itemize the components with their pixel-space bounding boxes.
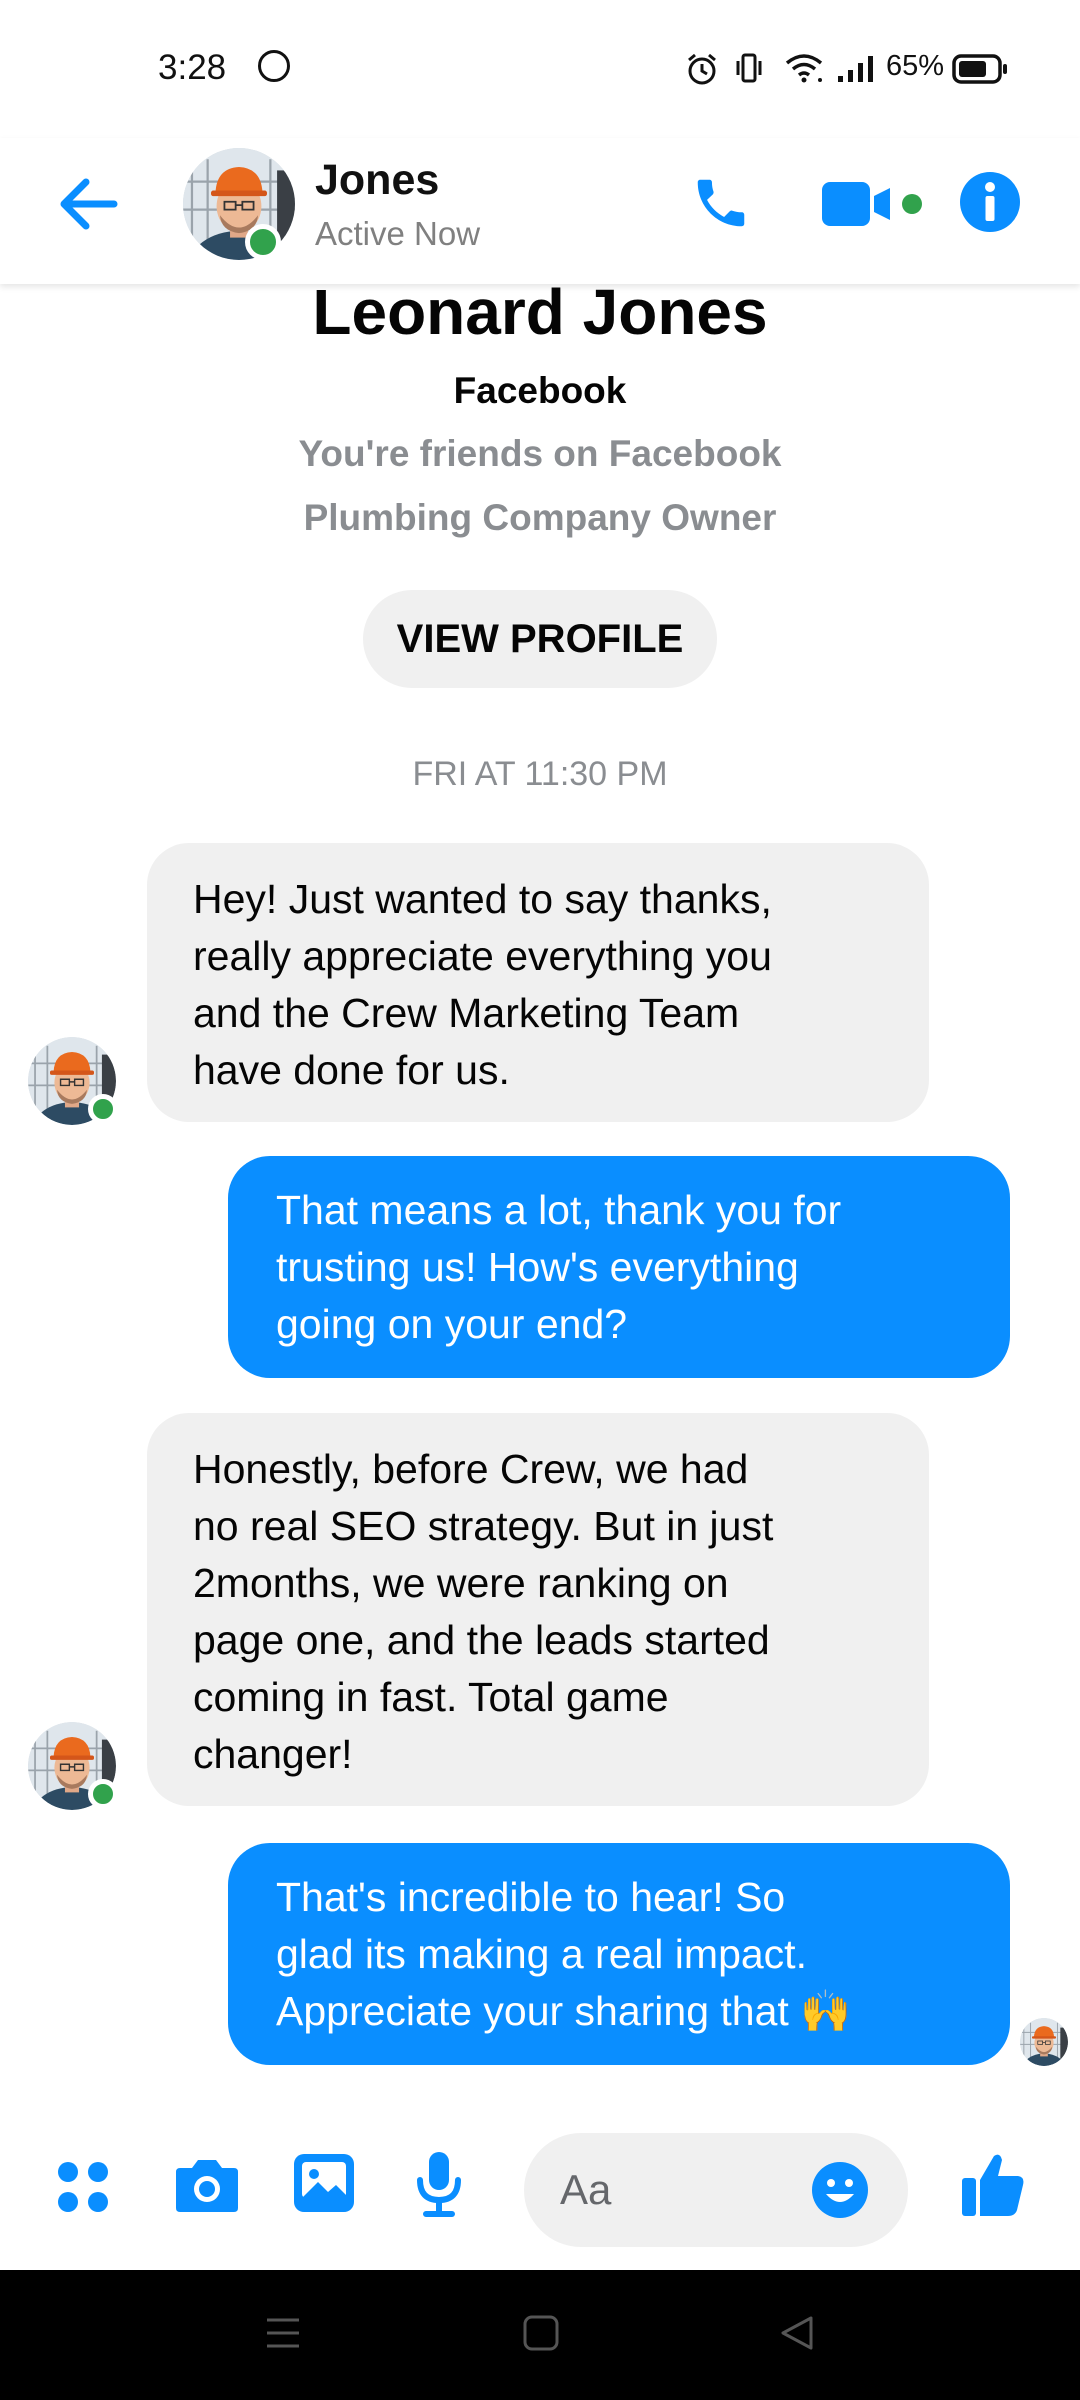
signal-icon bbox=[838, 56, 873, 82]
conversation-header: Jones Active Now bbox=[0, 138, 1080, 284]
home-icon[interactable] bbox=[522, 2314, 560, 2352]
online-indicator bbox=[245, 224, 281, 260]
battery-percent: 65% bbox=[886, 50, 945, 82]
battery-icon bbox=[952, 54, 1007, 84]
apps-icon[interactable] bbox=[56, 2160, 110, 2214]
message-line: coming in fast. Total game bbox=[193, 1674, 669, 1720]
message-input[interactable] bbox=[524, 2133, 908, 2247]
status-bar: 3:28 65% bbox=[0, 0, 1080, 138]
alarm-icon bbox=[688, 53, 716, 85]
whatsapp-icon bbox=[258, 50, 290, 82]
message-line: Honestly, before Crew, we had bbox=[193, 1446, 749, 1492]
online-indicator bbox=[88, 1779, 118, 1809]
back-arrow-icon[interactable] bbox=[56, 176, 118, 232]
presence-status: Active Now bbox=[315, 215, 481, 252]
online-indicator bbox=[88, 1094, 118, 1124]
message-line: glad its making a real impact. bbox=[276, 1931, 807, 1977]
profile-platform: Facebook bbox=[453, 370, 627, 411]
phone-icon[interactable] bbox=[690, 172, 752, 234]
status-time: 3:28 bbox=[158, 48, 227, 87]
system-navigation-bar bbox=[0, 2270, 1080, 2400]
info-icon[interactable] bbox=[958, 170, 1022, 234]
message-bubble-incoming[interactable]: Hey! Just wanted to say thanks, really a… bbox=[147, 843, 929, 1122]
message-line: have done for us. bbox=[193, 1047, 510, 1093]
message-line: no real SEO strategy. But in just bbox=[193, 1503, 774, 1549]
message-line: 2months, we were ranking on bbox=[193, 1560, 729, 1606]
read-receipt-avatar bbox=[1020, 2018, 1068, 2066]
avatar-image bbox=[1020, 2018, 1068, 2066]
message-line: changer! bbox=[193, 1731, 353, 1777]
message-bubble-outgoing[interactable]: That means a lot, thank you for trusting… bbox=[228, 1156, 1010, 1378]
thread-timestamp: FRI AT 11:30 PM bbox=[412, 755, 668, 793]
message-line: Hey! Just wanted to say thanks, bbox=[193, 876, 772, 922]
message-line: trusting us! How's everything bbox=[276, 1244, 799, 1290]
message-line: That's incredible to hear! So bbox=[276, 1874, 786, 1920]
message-line: That means a lot, thank you for bbox=[276, 1187, 842, 1233]
message-line: really appreciate everything you bbox=[193, 933, 772, 979]
message-line: Appreciate your sharing that 🙌 bbox=[276, 1988, 852, 2034]
wifi-icon bbox=[785, 54, 823, 83]
profile-occupation: Plumbing Company Owner bbox=[303, 497, 777, 538]
profile-full-name: Leonard Jones bbox=[312, 276, 768, 348]
recent-apps-icon[interactable] bbox=[264, 2314, 302, 2352]
gallery-icon[interactable] bbox=[292, 2152, 356, 2214]
view-profile-button[interactable]: VIEW PROFILE bbox=[363, 590, 717, 688]
profile-relationship: You're friends on Facebook bbox=[298, 433, 782, 474]
message-composer bbox=[0, 2110, 1080, 2270]
message-line: page one, and the leads started bbox=[193, 1617, 770, 1663]
emoji-icon[interactable] bbox=[810, 2160, 870, 2220]
back-icon[interactable] bbox=[778, 2314, 816, 2352]
contact-avatar[interactable] bbox=[183, 148, 295, 260]
message-bubble-outgoing[interactable]: That's incredible to hear! So glad its m… bbox=[228, 1843, 1010, 2065]
vibrate-icon bbox=[736, 53, 762, 83]
microphone-icon[interactable] bbox=[414, 2150, 464, 2218]
message-line: going on your end? bbox=[276, 1301, 628, 1347]
message-text-field[interactable] bbox=[560, 2133, 820, 2247]
camera-icon[interactable] bbox=[174, 2154, 240, 2214]
video-icon[interactable] bbox=[822, 180, 926, 228]
thumbs-up-icon[interactable] bbox=[960, 2150, 1026, 2218]
message-bubble-incoming[interactable]: Honestly, before Crew, we had no real SE… bbox=[147, 1413, 929, 1806]
contact-name[interactable]: Jones bbox=[315, 156, 439, 205]
message-line: and the Crew Marketing Team bbox=[193, 990, 740, 1036]
